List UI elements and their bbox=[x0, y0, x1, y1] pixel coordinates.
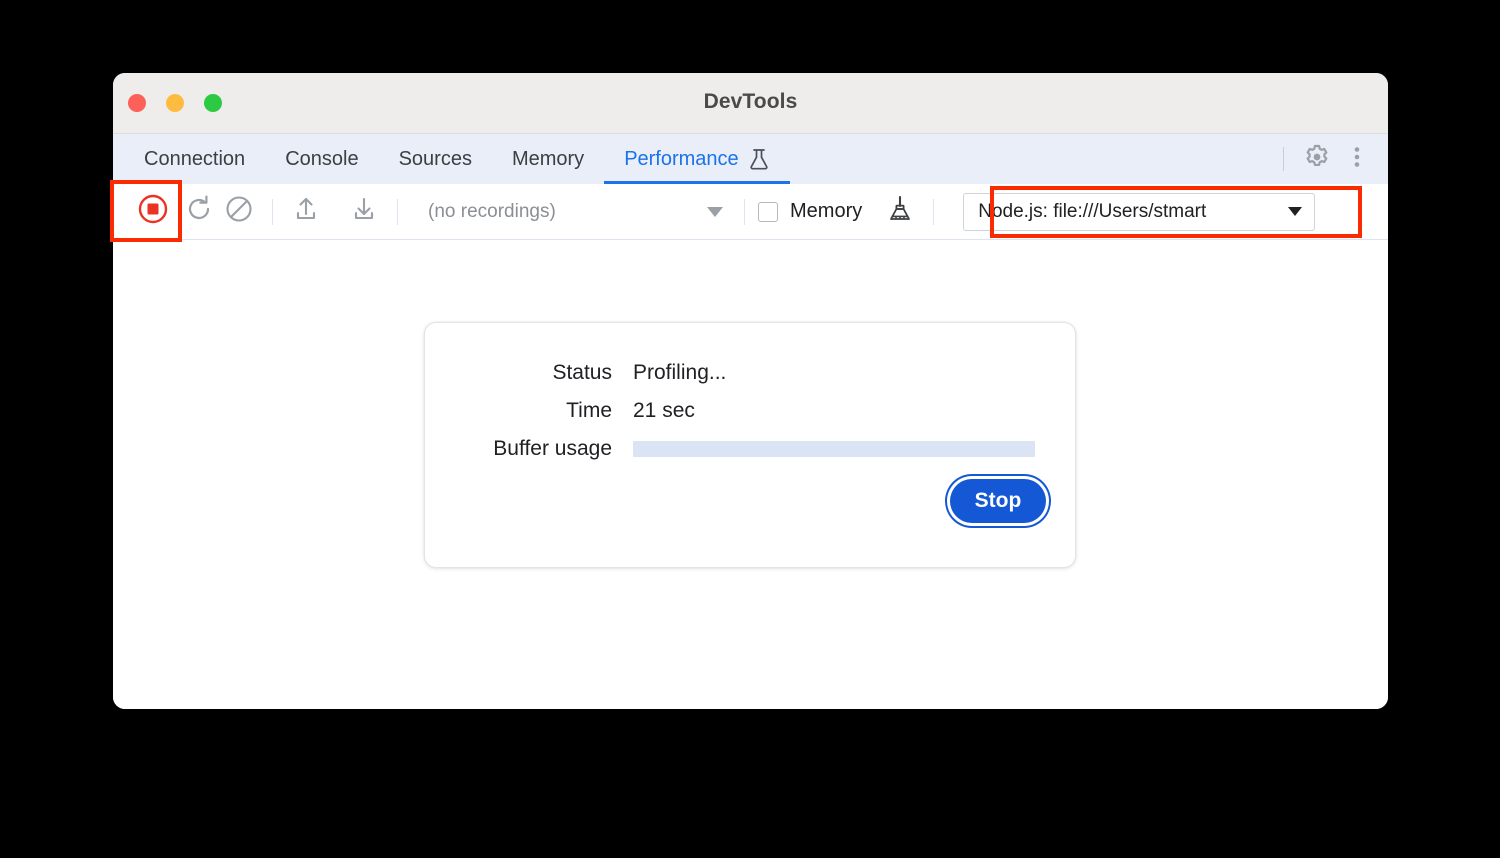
devtools-window: DevTools Connection Console Sources Memo… bbox=[113, 73, 1388, 709]
toolbar-divider bbox=[933, 199, 934, 225]
recording-status-panel: Status Profiling... Time 21 sec Buffer u… bbox=[424, 322, 1076, 568]
record-button[interactable] bbox=[127, 190, 179, 234]
stop-button[interactable]: Stop bbox=[950, 479, 1046, 523]
gear-icon bbox=[1303, 143, 1331, 176]
window-title: DevTools bbox=[113, 90, 1388, 114]
tab-console[interactable]: Console bbox=[265, 134, 378, 184]
node-target-wrapper: Node.js: file:///Users/stmart bbox=[963, 193, 1315, 231]
save-profile-button[interactable] bbox=[344, 192, 384, 232]
status-rows: Status Profiling... Time 21 sec Buffer u… bbox=[425, 323, 1075, 461]
recordings-select[interactable]: (no recordings) bbox=[411, 194, 731, 230]
download-icon bbox=[349, 194, 379, 229]
status-value: Profiling... bbox=[633, 361, 726, 385]
tab-label: Console bbox=[285, 148, 358, 171]
tab-label: Memory bbox=[512, 148, 584, 171]
status-row-buffer-usage: Buffer usage bbox=[425, 437, 1037, 461]
tab-connection[interactable]: Connection bbox=[124, 134, 265, 184]
time-value: 21 sec bbox=[633, 399, 695, 423]
broom-icon bbox=[885, 194, 915, 229]
time-label: Time bbox=[425, 399, 633, 423]
record-stop-icon bbox=[137, 193, 169, 230]
tab-label: Connection bbox=[144, 148, 245, 171]
reload-button[interactable] bbox=[179, 192, 219, 232]
performance-toolbar: (no recordings) Memory Node.js: f bbox=[113, 184, 1388, 240]
toolbar-divider bbox=[397, 199, 398, 225]
kebab-menu-icon bbox=[1346, 144, 1368, 175]
settings-gear-button[interactable] bbox=[1300, 142, 1334, 176]
memory-checkbox-group[interactable]: Memory bbox=[758, 200, 862, 223]
memory-checkbox-label: Memory bbox=[790, 200, 862, 223]
tabbar-divider bbox=[1283, 147, 1284, 171]
load-profile-button[interactable] bbox=[286, 192, 326, 232]
performance-content-area: Status Profiling... Time 21 sec Buffer u… bbox=[113, 240, 1388, 709]
clear-button[interactable] bbox=[219, 192, 259, 232]
chevron-down-icon bbox=[707, 207, 723, 217]
stop-button-row: Stop bbox=[425, 479, 1075, 523]
upload-icon bbox=[291, 194, 321, 229]
clear-prohibition-icon bbox=[224, 194, 254, 229]
status-label: Status bbox=[425, 361, 633, 385]
reload-icon bbox=[184, 194, 214, 229]
tab-label: Sources bbox=[399, 148, 472, 171]
toolbar-divider bbox=[272, 199, 273, 225]
flask-icon bbox=[748, 147, 770, 171]
toolbar-divider bbox=[744, 199, 745, 225]
node-target-select[interactable]: Node.js: file:///Users/stmart bbox=[963, 193, 1315, 231]
chevron-down-icon bbox=[1288, 207, 1302, 216]
panel-tabbar: Connection Console Sources Memory Perfor… bbox=[113, 134, 1388, 184]
status-row-time: Time 21 sec bbox=[425, 399, 1037, 423]
tab-performance[interactable]: Performance bbox=[604, 134, 790, 184]
tabbar-actions bbox=[1273, 134, 1388, 184]
tab-label: Performance bbox=[624, 148, 739, 171]
buffer-usage-label: Buffer usage bbox=[425, 437, 633, 461]
memory-checkbox[interactable] bbox=[758, 202, 778, 222]
buffer-usage-progressbar bbox=[633, 441, 1035, 457]
recordings-select-value: (no recordings) bbox=[428, 201, 556, 223]
tab-memory[interactable]: Memory bbox=[492, 134, 604, 184]
node-target-value: Node.js: file:///Users/stmart bbox=[978, 201, 1206, 223]
status-row-status: Status Profiling... bbox=[425, 361, 1037, 385]
window-titlebar: DevTools bbox=[113, 73, 1388, 134]
tab-sources[interactable]: Sources bbox=[379, 134, 492, 184]
more-options-button[interactable] bbox=[1340, 142, 1374, 176]
collect-garbage-button[interactable] bbox=[880, 192, 920, 232]
